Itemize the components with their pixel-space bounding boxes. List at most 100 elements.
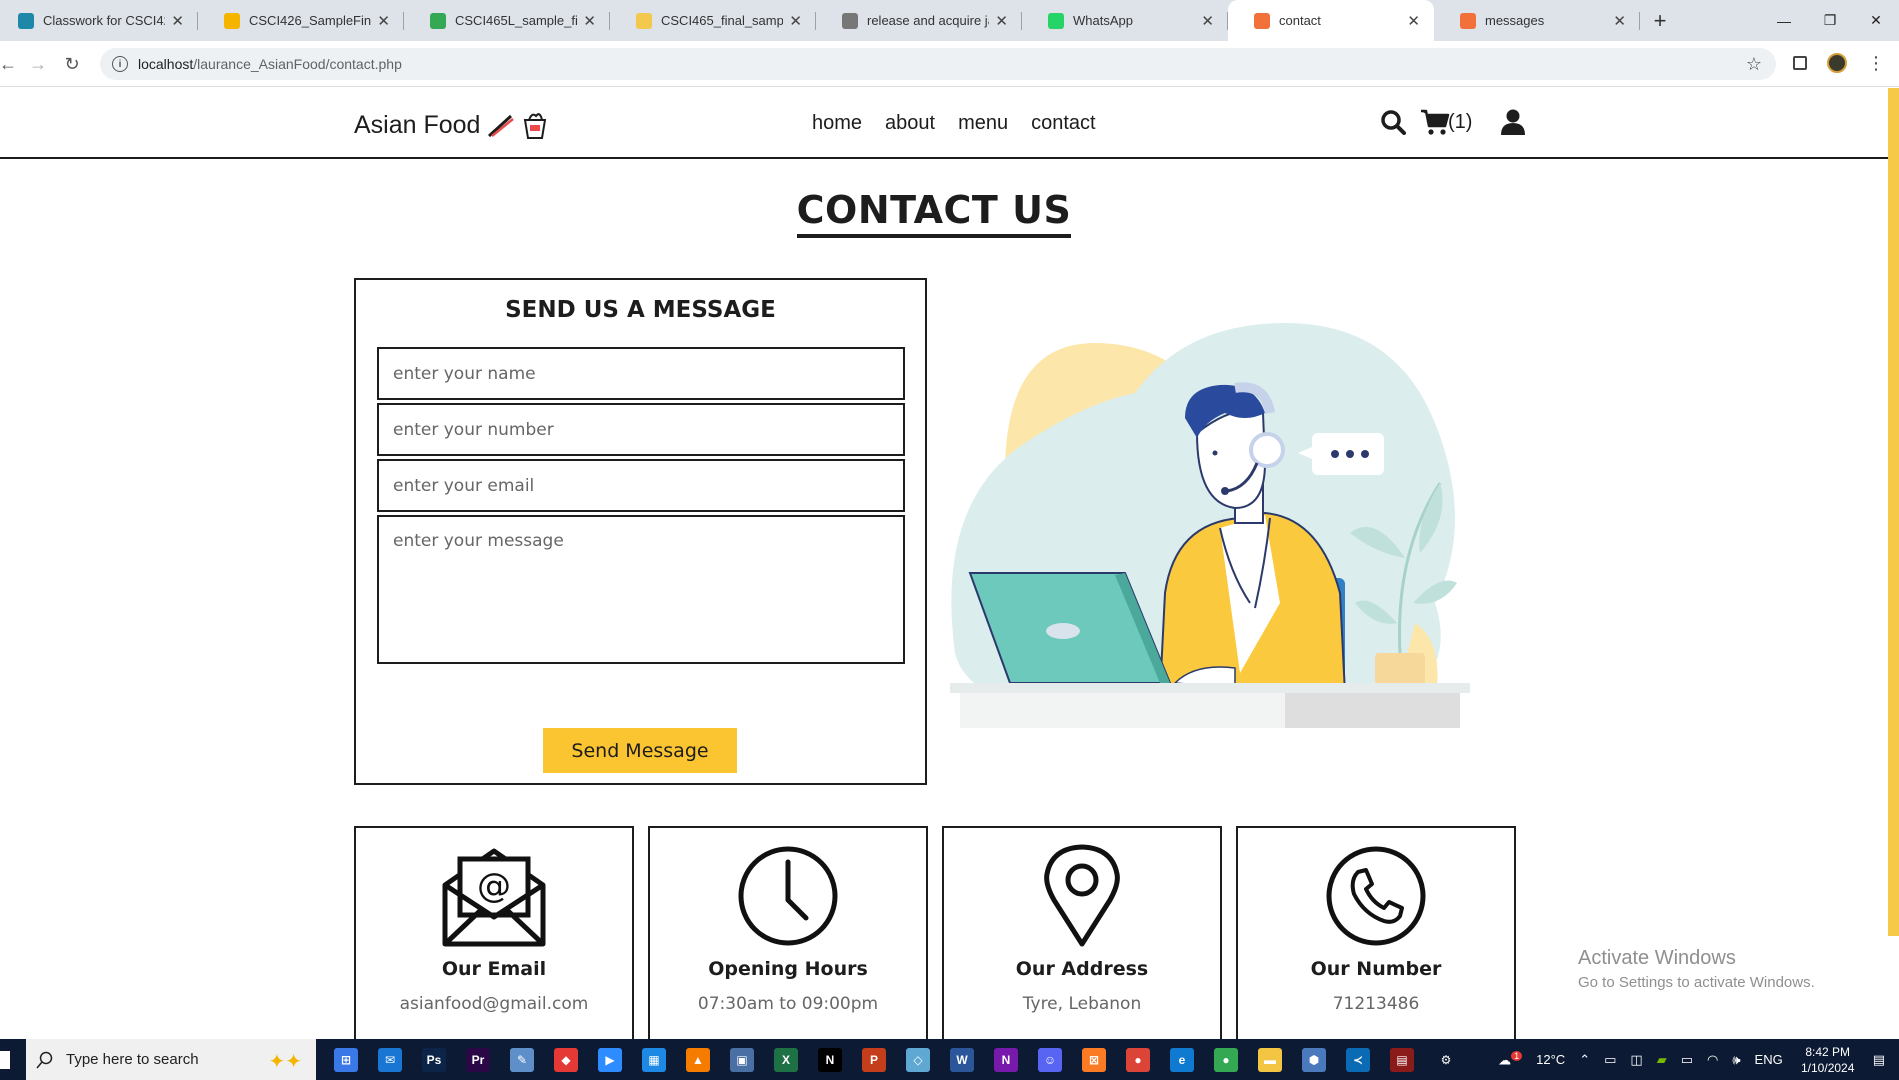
user-icon[interactable] xyxy=(1500,108,1526,136)
taskbar-app-mail[interactable]: ✉ xyxy=(368,1039,412,1080)
hours-card: Opening Hours 07:30am to 09:00pm xyxy=(648,826,928,1039)
taskbar-app-vscode[interactable]: ≺ xyxy=(1336,1039,1380,1080)
nav-home[interactable]: home xyxy=(812,112,862,135)
browser-tab[interactable]: CSCI465_final_sample_sol ✕ xyxy=(610,0,816,41)
taskbar-app-premiere[interactable]: Pr xyxy=(456,1039,500,1080)
chrome-icon: ● xyxy=(1126,1047,1150,1072)
taskbar-app-winrar[interactable]: ▤ xyxy=(1380,1039,1424,1080)
clock[interactable]: 8:42 PM 1/10/2024 xyxy=(1790,1044,1866,1076)
search-icon[interactable] xyxy=(1380,109,1406,135)
restore-button[interactable]: ❐ xyxy=(1807,0,1853,41)
taskbar-app-file-explorer[interactable]: ▬ xyxy=(1248,1039,1292,1080)
tab-close-icon[interactable]: ✕ xyxy=(995,12,1008,30)
copilot-sparkle-icon[interactable]: ✦✦ xyxy=(268,1049,302,1074)
nav-contact[interactable]: contact xyxy=(1031,112,1095,135)
minimize-button[interactable]: — xyxy=(1761,0,1807,41)
browser-tab[interactable]: WhatsApp ✕ xyxy=(1022,0,1228,41)
email-input[interactable] xyxy=(377,459,905,512)
tab-close-icon[interactable]: ✕ xyxy=(789,12,802,30)
send-message-button[interactable]: Send Message xyxy=(543,728,737,773)
header-icons: (1) xyxy=(1380,108,1526,136)
browser-tab[interactable]: contact ✕ xyxy=(1228,0,1434,41)
taskbar-app-zoom[interactable]: ▶ xyxy=(588,1039,632,1080)
browser-menu-icon[interactable]: ⋮ xyxy=(1867,54,1885,72)
cart-button[interactable]: (1) xyxy=(1420,108,1472,136)
taskbar-app-files[interactable]: ▦ xyxy=(632,1039,676,1080)
tab-close-icon[interactable]: ✕ xyxy=(1201,12,1214,30)
language-indicator[interactable]: ENG xyxy=(1755,1052,1783,1067)
taskbar-app-chrome-active[interactable]: ● xyxy=(1204,1039,1248,1080)
taskbar-app-chrome[interactable]: ● xyxy=(1116,1039,1160,1080)
close-window-button[interactable]: ✕ xyxy=(1853,0,1899,41)
page-scrollbar-thumb[interactable] xyxy=(1888,88,1899,936)
taskbar-app-virtualbox[interactable]: ⬢ xyxy=(1292,1039,1336,1080)
cart-count: (1) xyxy=(1448,110,1473,133)
tab-favicon-icon xyxy=(636,12,652,29)
weather-temp[interactable]: 12°C xyxy=(1536,1052,1565,1067)
meet-now-icon[interactable]: ▭ xyxy=(1604,1052,1616,1068)
taskbar-app-vlc[interactable]: ▲ xyxy=(676,1039,720,1080)
watermark-line2: Go to Settings to activate Windows. xyxy=(1578,974,1815,991)
tab-title: Classwork for CSCI426- A xyxy=(43,13,165,28)
tab-close-icon[interactable]: ✕ xyxy=(377,12,390,30)
site-header: Asian Food home about menu contact (1) xyxy=(0,88,1888,159)
taskbar-app-onenote[interactable]: N xyxy=(984,1039,1028,1080)
url-host: localhost xyxy=(138,56,194,72)
taskbar-app-photoshop[interactable]: Ps xyxy=(412,1039,456,1080)
nav-about[interactable]: about xyxy=(885,112,935,135)
vscode-icon: ≺ xyxy=(1346,1047,1370,1072)
tab-close-icon[interactable]: ✕ xyxy=(1407,12,1420,30)
taskbar-app-remote-desktop[interactable]: ▣ xyxy=(720,1039,764,1080)
tab-close-icon[interactable]: ✕ xyxy=(1613,12,1626,30)
bookmark-star-icon[interactable]: ☆ xyxy=(1746,54,1762,75)
site-info-icon[interactable]: i xyxy=(112,56,128,72)
tab-title: CSCI465_final_sample_sol xyxy=(661,13,784,28)
taskbar-app-anydesk[interactable]: ◆ xyxy=(544,1039,588,1080)
taskbar-app-netflix[interactable]: N xyxy=(808,1039,852,1080)
address-bar[interactable]: i localhost/laurance_AsianFood/contact.p… xyxy=(100,48,1776,80)
browser-tab[interactable]: release and acquire java - ✕ xyxy=(816,0,1022,41)
profile-avatar[interactable] xyxy=(1827,53,1847,73)
taskbar-search[interactable]: Type here to search ✦✦ xyxy=(26,1039,316,1080)
notifications-icon[interactable]: ▤ xyxy=(1873,1052,1885,1068)
battery-icon[interactable]: ▭ xyxy=(1681,1052,1693,1068)
premiere-icon: Pr xyxy=(466,1047,490,1072)
page-scrollbar-track[interactable] xyxy=(1888,936,1899,1039)
tab-close-icon[interactable]: ✕ xyxy=(171,12,184,30)
taskbar-app-edge[interactable]: e xyxy=(1160,1039,1204,1080)
browser-tab[interactable]: Classwork for CSCI426- A ✕ xyxy=(0,0,198,41)
site-logo[interactable]: Asian Food xyxy=(354,110,550,140)
nvidia-icon[interactable]: ▰ xyxy=(1657,1052,1667,1068)
network-icon[interactable]: ◫ xyxy=(1630,1052,1642,1068)
cart-icon xyxy=(1421,109,1450,135)
wifi-icon[interactable]: ◠ xyxy=(1707,1052,1718,1068)
taskbar-app-microsoft-store[interactable]: ⊞ xyxy=(324,1039,368,1080)
number-input[interactable] xyxy=(377,403,905,456)
taskbar-app-excel[interactable]: X xyxy=(764,1039,808,1080)
browser-tab[interactable]: CSCI426_SampleFinal Exa ✕ xyxy=(198,0,404,41)
browser-tab[interactable]: CSCI465L_sample_final.do ✕ xyxy=(404,0,610,41)
settings-icon: ⚙ xyxy=(1434,1047,1458,1072)
reload-icon[interactable]: ↻ xyxy=(60,52,84,76)
chopsticks-icon xyxy=(488,114,515,138)
taskbar-app-editor[interactable]: ◇ xyxy=(896,1039,940,1080)
side-panel-icon[interactable] xyxy=(1793,56,1807,70)
taskbar-app-word[interactable]: W xyxy=(940,1039,984,1080)
start-button[interactable] xyxy=(0,1039,26,1080)
tab-close-icon[interactable]: ✕ xyxy=(583,12,596,30)
nav-menu[interactable]: menu xyxy=(958,112,1008,135)
weather-icon[interactable]: ☁ 1 xyxy=(1498,1050,1523,1068)
taskbar-app-powerpoint[interactable]: P xyxy=(852,1039,896,1080)
taskbar-app-discord[interactable]: ☺ xyxy=(1028,1039,1072,1080)
chevron-up-icon[interactable]: ⌃ xyxy=(1579,1052,1590,1068)
taskbar-app-settings[interactable]: ⚙ xyxy=(1424,1039,1468,1080)
browser-tab[interactable]: messages ✕ xyxy=(1434,0,1640,41)
new-tab-button[interactable]: + xyxy=(1640,0,1680,41)
taskbar-app-notepad[interactable]: ✎ xyxy=(500,1039,544,1080)
back-icon[interactable]: ← xyxy=(0,52,20,76)
taskbar-app-xampp[interactable]: ⊠ xyxy=(1072,1039,1116,1080)
name-input[interactable] xyxy=(377,347,905,400)
message-textarea[interactable] xyxy=(377,515,905,664)
forward-icon[interactable]: → xyxy=(26,52,50,76)
volume-icon[interactable]: 🕪 xyxy=(1732,1052,1740,1068)
